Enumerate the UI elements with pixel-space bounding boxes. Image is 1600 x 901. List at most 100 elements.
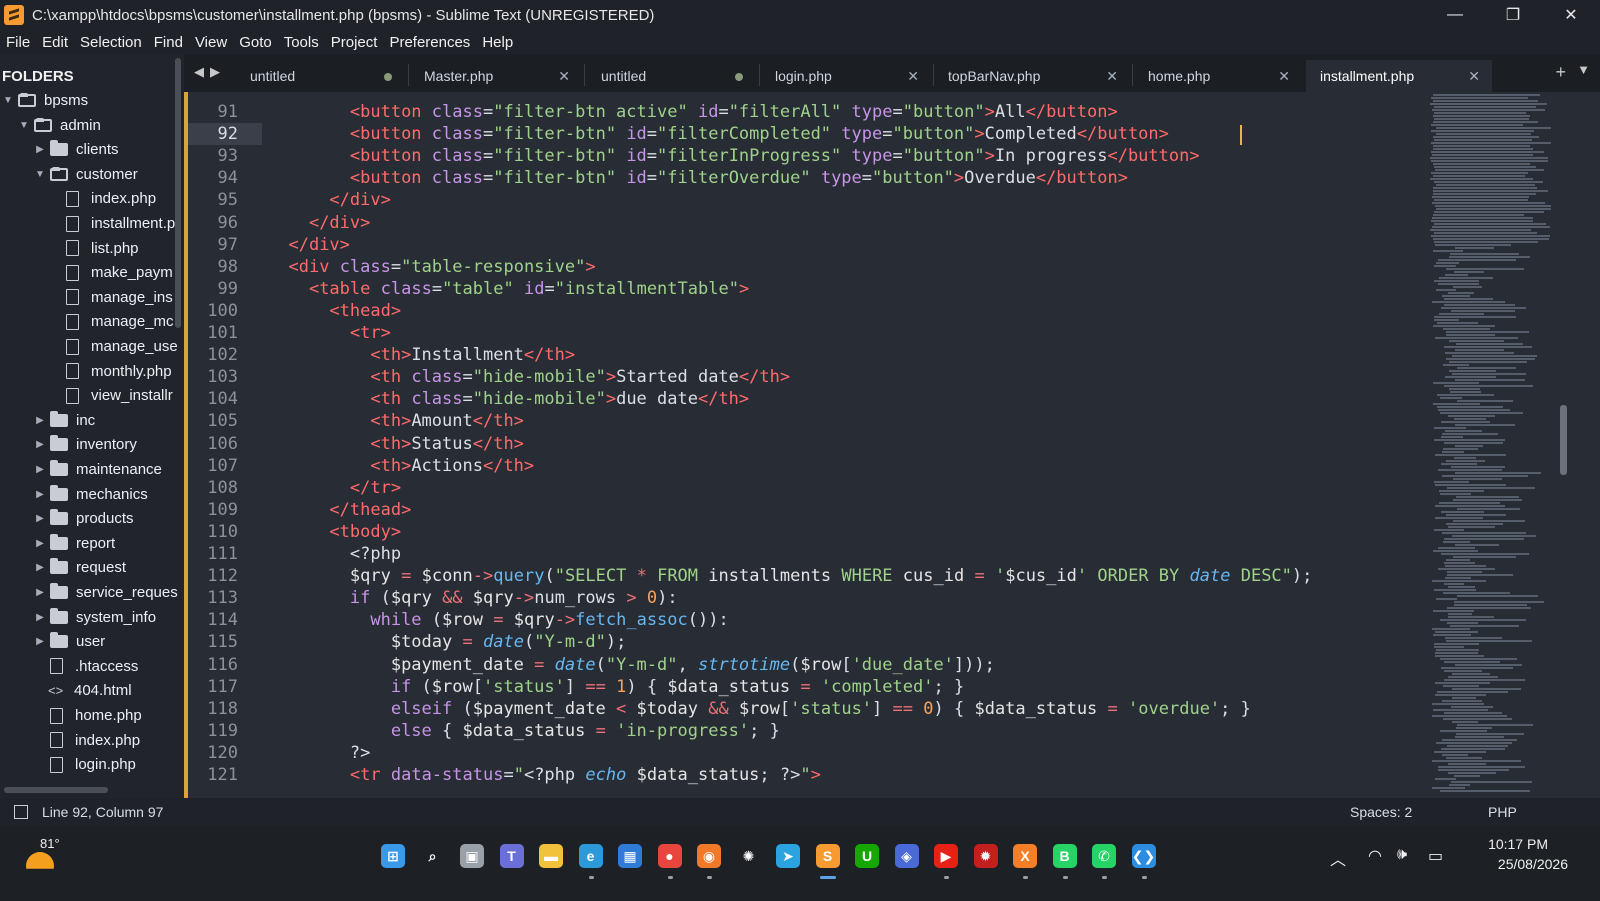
youtube-icon[interactable]: ▶	[934, 844, 958, 868]
code-line[interactable]: 110 <tbody>	[184, 521, 1424, 543]
tree-item[interactable]: ▶ request	[0, 555, 184, 580]
code-line[interactable]: 98 <div class="table-responsive">	[184, 256, 1424, 278]
menu-find[interactable]: Find	[154, 34, 183, 51]
code-line[interactable]: 99 <table class="table" id="installmentT…	[184, 278, 1424, 300]
tree-item[interactable]: <> 404.html	[0, 678, 184, 703]
code-line[interactable]: 105 <th>Amount</th>	[184, 410, 1424, 432]
vscode-icon[interactable]: ❮❯	[1131, 844, 1156, 868]
line-number[interactable]: 102	[188, 344, 262, 366]
whatsapp-icon[interactable]: ✆	[1092, 844, 1116, 868]
firefox-icon[interactable]: ◉	[697, 844, 721, 868]
code-line[interactable]: 112 $qry = $conn->query("SELECT * FROM i…	[184, 565, 1424, 587]
code-line[interactable]: 120 ?>	[184, 742, 1424, 764]
tree-item[interactable]: view_installr	[0, 383, 184, 408]
code-line[interactable]: 115 $today = date("Y-m-d");	[184, 631, 1424, 653]
code-line[interactable]: 118 elseif ($payment_date < $today && $r…	[184, 698, 1424, 720]
code-line[interactable]: 106 <th>Status</th>	[184, 433, 1424, 455]
line-number[interactable]: 110	[188, 521, 262, 543]
teams-icon[interactable]: T	[499, 844, 524, 868]
line-number[interactable]: 92	[188, 123, 262, 146]
line-number[interactable]: 96	[188, 212, 262, 234]
line-number[interactable]: 95	[188, 189, 262, 211]
tree-item[interactable]: ▶ system_info	[0, 605, 184, 630]
unsaved-dot-icon[interactable]	[735, 73, 743, 81]
expanded-arrow-icon[interactable]: ▼	[18, 120, 30, 131]
collapsed-arrow-icon[interactable]: ▶	[34, 415, 46, 426]
line-number[interactable]: 105	[188, 410, 262, 432]
tree-item[interactable]: ▶ report	[0, 531, 184, 556]
collapsed-arrow-icon[interactable]: ▶	[34, 464, 46, 475]
line-number[interactable]: 98	[188, 256, 262, 278]
line-number[interactable]: 104	[188, 388, 262, 410]
code-line[interactable]: 121 <tr data-status="<?php echo $data_st…	[184, 764, 1424, 786]
close-window-button[interactable]: ✕	[1542, 0, 1600, 30]
code-line[interactable]: 113 if ($qry && $qry->num_rows > 0):	[184, 587, 1424, 609]
wifi-icon[interactable]: ◠	[1368, 846, 1382, 866]
weather-widget[interactable]: 81°	[24, 836, 74, 876]
code-line[interactable]: 93 <button class="filter-btn" id="filter…	[184, 145, 1424, 167]
tree-item[interactable]: ▼ bpsms	[0, 88, 184, 113]
code-line[interactable]: 119 else { $data_status = 'in-progress';…	[184, 720, 1424, 742]
code-line[interactable]: 100 <thead>	[184, 300, 1424, 322]
line-number[interactable]: 111	[188, 543, 262, 565]
code-line[interactable]: 92 <button class="filter-btn" id="filter…	[184, 123, 1424, 146]
menu-view[interactable]: View	[195, 34, 227, 51]
clock-date[interactable]: 25/08/2026	[1498, 856, 1568, 872]
tree-item[interactable]: index.php	[0, 728, 184, 753]
line-number[interactable]: 107	[188, 455, 262, 477]
code-line[interactable]: 95 </div>	[184, 189, 1424, 211]
tree-item[interactable]: ▶ clients	[0, 137, 184, 162]
collapsed-arrow-icon[interactable]: ▶	[34, 439, 46, 450]
chrome-icon[interactable]: ●	[657, 844, 682, 868]
telegram-icon[interactable]: ➤	[776, 844, 800, 868]
editor-tab[interactable]: topBarNav.php ✕	[934, 60, 1130, 92]
tree-item[interactable]: ▼ admin	[0, 113, 184, 138]
line-number[interactable]: 116	[188, 654, 262, 676]
collapsed-arrow-icon[interactable]: ▶	[34, 489, 46, 500]
menu-goto[interactable]: Goto	[239, 34, 272, 51]
tree-item[interactable]: ▶ maintenance	[0, 457, 184, 482]
menu-preferences[interactable]: Preferences	[389, 34, 470, 51]
code-line[interactable]: 101 <tr>	[184, 322, 1424, 344]
line-number[interactable]: 113	[188, 587, 262, 609]
indentation-setting[interactable]: Spaces: 2	[1350, 804, 1412, 820]
code-line[interactable]: 103 <th class="hide-mobile">Started date…	[184, 366, 1424, 388]
expanded-arrow-icon[interactable]: ▼	[34, 169, 46, 180]
line-number[interactable]: 103	[188, 366, 262, 388]
task-view-icon[interactable]: ▣	[460, 844, 484, 868]
tray-chevron-up-icon[interactable]: ︿	[1330, 846, 1346, 870]
editor-tab[interactable]: home.php ✕	[1134, 60, 1302, 92]
tree-item[interactable]: installment.p	[0, 211, 184, 236]
menu-selection[interactable]: Selection	[80, 34, 142, 51]
clock-time[interactable]: 10:17 PM	[1488, 836, 1548, 852]
line-number[interactable]: 117	[188, 676, 262, 698]
code-line[interactable]: 108 </tr>	[184, 477, 1424, 499]
tree-item[interactable]: ▶ products	[0, 506, 184, 531]
line-number[interactable]: 120	[188, 742, 262, 764]
code-line[interactable]: 111 <?php	[184, 543, 1424, 565]
unsaved-dot-icon[interactable]	[384, 73, 392, 81]
xampp-icon[interactable]: X	[1013, 844, 1037, 868]
tree-item[interactable]: list.php	[0, 236, 184, 261]
editor-tab[interactable]: installment.php ✕	[1306, 60, 1492, 92]
collapsed-arrow-icon[interactable]: ▶	[34, 587, 46, 598]
sublime-icon[interactable]: S	[815, 844, 840, 868]
code-line[interactable]: 109 </thead>	[184, 499, 1424, 521]
line-number[interactable]: 100	[188, 300, 262, 322]
line-number[interactable]: 109	[188, 499, 262, 521]
tree-item[interactable]: .htaccess	[0, 654, 184, 679]
close-tab-icon[interactable]: ✕	[1278, 68, 1290, 85]
tree-item[interactable]: ▶ inc	[0, 408, 184, 433]
file-explorer-icon[interactable]: ▬	[539, 844, 563, 868]
cursor-position[interactable]: Line 92, Column 97	[42, 804, 163, 820]
volume-icon[interactable]: 🕪	[1397, 846, 1407, 864]
menu-tools[interactable]: Tools	[284, 34, 319, 51]
whatsapp-business-icon[interactable]: B	[1052, 844, 1077, 868]
line-number[interactable]: 106	[188, 433, 262, 455]
line-number[interactable]: 99	[188, 278, 262, 300]
search-icon[interactable]: ⌕	[421, 844, 445, 868]
line-number[interactable]: 118	[188, 698, 262, 720]
edge-icon[interactable]: e	[578, 844, 603, 868]
sidebar-horizontal-scrollbar[interactable]	[4, 787, 108, 793]
code-editor[interactable]: 91 <button class="filter-btn active" id=…	[184, 92, 1600, 798]
